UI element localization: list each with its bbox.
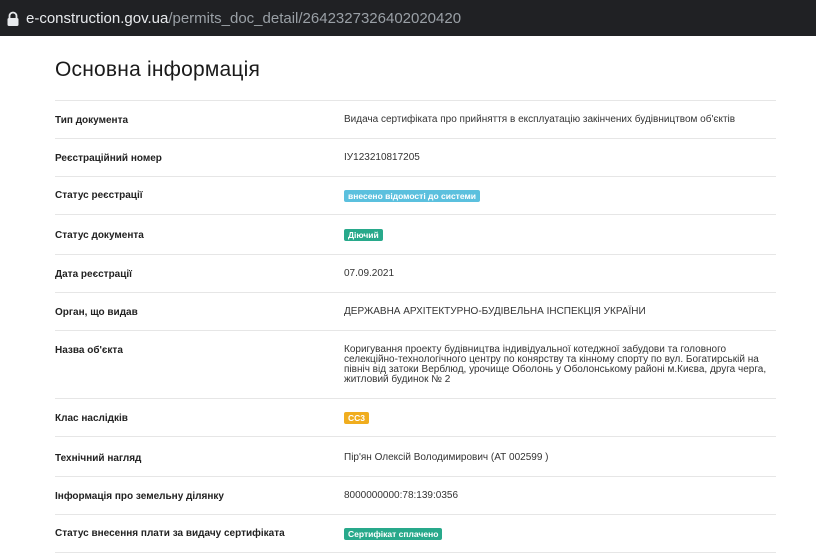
row-object-name: Назва об'єкта Коригування проекту будівн… [55,331,776,399]
lock-icon[interactable] [6,11,20,27]
main-content: Основна інформація Тип документа Видача … [0,36,816,559]
row-consequence-class: Клас наслідків СС3 [55,399,776,437]
row-value: Видача сертифіката про прийняття в експл… [344,114,736,125]
row-label: Статус реєстрації [55,190,143,201]
row-label: Статус документа [55,230,144,241]
row-label: Тип документа [55,115,129,126]
row-registration-date: Дата реєстрації 07.09.2021 [55,255,776,293]
payment-badge: Сертифікат сплачено [344,528,443,540]
row-value: ДЕРЖАВНА АРХІТЕКТУРНО-БУДІВЕЛЬНА ІНСПЕКЦ… [344,306,646,317]
row-label: Клас наслідків [55,413,128,424]
row-value: Сертифікат сплачено [344,528,774,540]
row-label: Дата реєстрації [55,269,132,280]
row-document-status: Статус документа Діючий [55,215,776,255]
address-url[interactable]: e-construction.gov.ua/permits_doc_detail… [26,10,461,28]
url-path: /permits_doc_detail/2642327326402020420 [168,10,462,27]
row-label: Орган, що видав [55,307,138,318]
status-badge: Діючий [344,229,383,241]
row-registration-number: Реєстраційний номер ІУ123210817205 [55,139,776,177]
page-title: Основна інформація [55,58,261,81]
row-value: 07.09.2021 [344,268,395,279]
row-payment-status: Статус внесення плати за видачу сертифік… [55,515,776,553]
class-badge: СС3 [344,412,370,424]
row-label: Реєстраційний номер [55,153,162,164]
row-label: Статус внесення плати за видачу сертифік… [55,528,285,539]
row-value: Пір'ян Олексій Володимирович (АТ 002599 … [344,452,549,463]
browser-address-bar[interactable]: e-construction.gov.ua/permits_doc_detail… [0,0,816,36]
row-label: Назва об'єкта [55,345,123,356]
row-value: Коригування проекту будівництва індивіду… [344,344,767,385]
row-document-type: Тип документа Видача сертифіката про при… [55,101,776,139]
row-issuing-authority: Орган, що видав ДЕРЖАВНА АРХІТЕКТУРНО-БУ… [55,293,776,331]
row-value: ІУ123210817205 [344,152,420,163]
url-host: e-construction.gov.ua [26,10,169,27]
row-value: 8000000000:78:139:0356 [344,490,459,501]
row-value: СС3 [344,412,774,424]
row-registration-status: Статус реєстрації внесено відомості до с… [55,177,776,215]
status-badge: внесено відомості до системи [344,190,480,202]
row-value: внесено відомості до системи [344,190,774,202]
row-technical-supervision: Технічний нагляд Пір'ян Олексій Володими… [55,437,776,477]
row-value: Діючий [344,229,774,241]
row-label: Технічний нагляд [55,453,142,464]
info-table: Тип документа Видача сертифіката про при… [55,100,776,553]
row-label: Інформація про земельну ділянку [55,491,224,502]
row-land-plot: Інформація про земельну ділянку 80000000… [55,477,776,515]
